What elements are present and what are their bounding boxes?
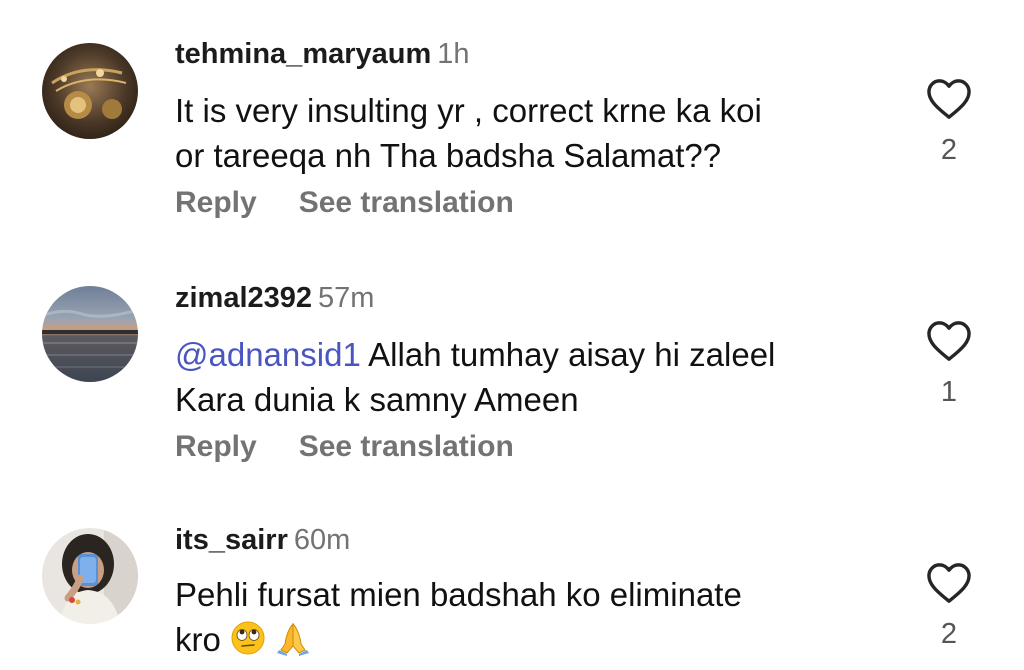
reply-button[interactable]: Reply xyxy=(175,430,257,463)
comment-actions: Reply See translation xyxy=(175,427,514,467)
face-with-rolling-eyes-icon xyxy=(230,620,266,656)
like-count: 1 xyxy=(940,376,958,408)
mention-link[interactable]: @adnansid1 xyxy=(175,336,361,373)
comment-header: zimal2392 57m xyxy=(175,280,374,316)
comment-text-line: Pehli fursat mien badshah ko eliminate xyxy=(175,576,742,613)
timestamp: 57m xyxy=(318,282,375,314)
comment-actions: Reply See translation xyxy=(175,183,514,223)
see-translation-button[interactable]: See translation xyxy=(299,186,514,219)
avatar-mirror-selfie-image xyxy=(42,528,138,624)
folded-hands-icon xyxy=(275,620,311,656)
timestamp: 60m xyxy=(293,524,351,556)
like-control: 2 xyxy=(926,562,972,652)
comment-text: It is very insulting yr , correct krne k… xyxy=(175,88,875,178)
like-control: 1 xyxy=(926,320,972,410)
avatar[interactable] xyxy=(42,43,138,139)
avatar[interactable] xyxy=(42,286,138,382)
like-control: 2 xyxy=(926,78,972,168)
comment-text-line: or tareeqa nh Tha badsha Salamat?? xyxy=(175,137,722,174)
comment-text-line: Kara dunia k samny Ameen xyxy=(175,381,579,418)
comment-text: @adnansid1 Allah tumhay aisay hi zaleel … xyxy=(175,332,875,422)
comment-text-segment: kro xyxy=(175,621,221,658)
comment-text: Pehli fursat mien badshah ko eliminate k… xyxy=(175,572,875,662)
username-link[interactable]: zimal2392 xyxy=(175,282,312,314)
comment-text-line: It is very insulting yr , correct krne k… xyxy=(175,92,762,129)
comment-text-line: kro xyxy=(175,617,875,662)
avatar[interactable] xyxy=(42,528,138,624)
heart-outline-icon[interactable] xyxy=(926,562,972,604)
like-count: 2 xyxy=(940,134,958,166)
username-link[interactable]: its_sairr xyxy=(175,524,288,556)
avatar-jewelry-image xyxy=(42,43,138,139)
see-translation-button[interactable]: See translation xyxy=(299,430,514,463)
username-link[interactable]: tehmina_maryaum xyxy=(175,38,431,70)
like-count: 2 xyxy=(940,618,958,650)
timestamp: 1h xyxy=(437,38,470,70)
comment-text-segment: Allah tumhay aisay hi zaleel xyxy=(368,336,776,373)
avatar-sunset-lake-image xyxy=(42,286,138,382)
reply-button[interactable]: Reply xyxy=(175,186,257,219)
comment-header: its_sairr 60m xyxy=(175,522,350,558)
heart-outline-icon[interactable] xyxy=(926,320,972,362)
heart-outline-icon[interactable] xyxy=(926,78,972,120)
comment-text-line: @adnansid1 Allah tumhay aisay hi zaleel xyxy=(175,332,875,377)
comment-header: tehmina_maryaum 1h xyxy=(175,36,470,72)
